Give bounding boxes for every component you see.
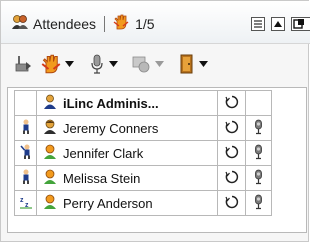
panel-title: Attendees <box>33 15 97 32</box>
status-cell <box>217 190 246 216</box>
microphone-icon <box>255 169 262 184</box>
status-ring-icon <box>224 95 238 108</box>
svg-text:z: z <box>20 197 24 204</box>
status-ring-icon <box>224 195 238 208</box>
status-cell <box>217 115 246 141</box>
table-row[interactable]: Jennifer Clark <box>14 140 272 166</box>
sleeping-icon: zz <box>19 197 32 209</box>
standing-person-icon <box>22 119 29 134</box>
hand-raise-icon <box>113 14 129 33</box>
hand-raise-dropdown-icon <box>41 54 61 74</box>
role-cell <box>14 90 37 116</box>
mic-cell <box>245 90 272 116</box>
chevron-down-icon <box>155 61 164 67</box>
pin-icon[interactable] <box>291 17 310 31</box>
table-row[interactable]: iLinc Adminis... <box>14 90 272 116</box>
attendee-avatar-icon <box>43 169 57 187</box>
attendee-name: iLinc Adminis... <box>63 95 159 111</box>
role-cell: zz <box>14 190 37 216</box>
attendees-icon <box>11 14 29 33</box>
raised-hand-person-icon <box>19 144 30 159</box>
microphone-dropdown[interactable] <box>89 53 118 75</box>
attendee-name: Melissa Stein <box>63 170 141 186</box>
name-cell: iLinc Adminis... <box>36 90 218 116</box>
status-cell <box>217 140 246 166</box>
attendee-avatar-icon <box>43 144 57 162</box>
user-status-dropdown-icon <box>132 56 150 73</box>
status-ring-icon <box>224 170 238 183</box>
presenter-icon <box>43 94 57 112</box>
title-divider <box>104 15 106 32</box>
status-cell <box>217 165 246 191</box>
status-ring-icon <box>224 120 238 133</box>
mic-cell[interactable] <box>245 140 272 166</box>
hand-raise-dropdown[interactable] <box>41 53 74 75</box>
attendee-table: iLinc Adminis... Jeremy Conners Jennifer… <box>14 90 272 216</box>
attendee-list: iLinc Adminis... Jeremy Conners Jennifer… <box>7 87 307 233</box>
user-status-dropdown[interactable] <box>131 53 164 75</box>
name-cell: Perry Anderson <box>36 190 218 216</box>
panel-header: Attendees 1/5 <box>1 1 310 44</box>
microphone-icon <box>255 194 262 209</box>
pointer-tool-icon[interactable] <box>13 53 33 75</box>
table-row[interactable]: zz Perry Anderson <box>14 190 272 216</box>
status-ring-icon <box>224 145 238 158</box>
panel-title-group: Attendees 1/5 <box>11 14 155 33</box>
exit-dropdown[interactable] <box>179 53 208 75</box>
name-cell: Jennifer Clark <box>36 140 218 166</box>
mic-cell[interactable] <box>245 165 272 191</box>
microphone-icon <box>255 119 262 134</box>
raised-hand-count: 1/5 <box>135 15 155 32</box>
attendee-name: Jeremy Conners <box>63 120 159 136</box>
attendee-name: Jennifer Clark <box>63 145 144 161</box>
standing-person-icon <box>22 169 29 184</box>
list-view-icon[interactable] <box>251 17 265 31</box>
name-cell: Jeremy Conners <box>36 115 218 141</box>
table-row[interactable]: Melissa Stein <box>14 165 272 191</box>
role-cell <box>14 165 37 191</box>
attendee-name: Perry Anderson <box>63 195 153 211</box>
presenter-avatar-icon <box>43 119 57 137</box>
chevron-down-icon <box>65 61 74 67</box>
attendees-panel: Attendees 1/5 iLinc Adminis... Jeremy Co… <box>0 0 310 242</box>
name-cell: Melissa Stein <box>36 165 218 191</box>
attendee-toolbar <box>1 43 310 83</box>
status-cell <box>217 90 246 116</box>
microphone-icon <box>255 144 262 159</box>
mic-cell[interactable] <box>245 190 272 216</box>
role-cell <box>14 115 37 141</box>
exit-dropdown-icon <box>180 54 193 74</box>
mic-cell[interactable] <box>245 115 272 141</box>
table-row[interactable]: Jeremy Conners <box>14 115 272 141</box>
microphone-dropdown-icon <box>91 54 103 74</box>
collapse-icon[interactable] <box>271 17 285 31</box>
attendee-avatar-icon <box>43 194 57 212</box>
chevron-down-icon <box>109 61 118 67</box>
role-cell <box>14 140 37 166</box>
chevron-down-icon <box>199 61 208 67</box>
